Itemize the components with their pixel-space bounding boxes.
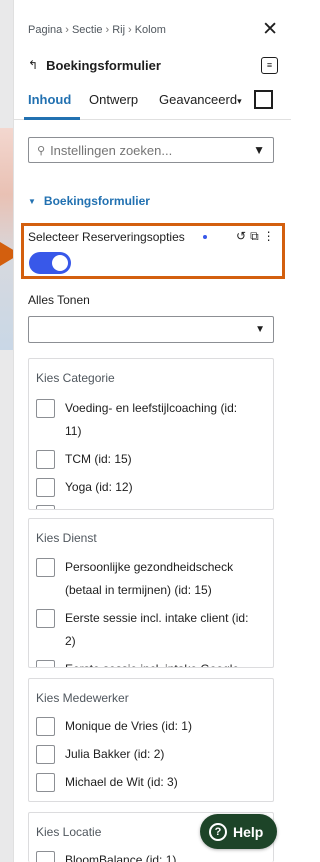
list-item[interactable]: Eerste sessie incl. intake Google	[36, 658, 267, 667]
chevron-down-icon: ▾	[237, 96, 242, 106]
help-button[interactable]: ? Help	[200, 814, 277, 849]
group-kies-dienst: Kies Dienst Persoonlijke gezondheidschec…	[28, 518, 274, 668]
chevron-down-icon: ▼	[255, 324, 265, 335]
list-item[interactable]: Voeding- en leefstijlcoaching (id: 11)	[36, 399, 267, 443]
help-label: Help	[233, 823, 264, 840]
group-title: Kies Medewerker	[36, 691, 129, 705]
list-item[interactable]: Persoonlijke gezondheidscheck (betaal in …	[36, 558, 267, 602]
search-input[interactable]	[50, 142, 241, 158]
highlight-box	[21, 223, 285, 279]
item-label: Monique de Vries (id: 1)	[65, 719, 192, 733]
checkbox[interactable]	[36, 745, 55, 764]
tab-inhoud[interactable]: Inhoud	[28, 92, 71, 107]
list-item[interactable]: TCM (id: 15)	[36, 450, 267, 471]
panel-title: Boekingsformulier	[46, 57, 161, 73]
search-icon: ⚲	[37, 144, 46, 157]
checkbox[interactable]	[36, 478, 55, 497]
breadcrumb-separator: ›	[65, 24, 69, 36]
section-title: Boekingsformulier	[43, 194, 150, 208]
options-icon[interactable]: ≡	[261, 56, 278, 74]
checkbox[interactable]	[36, 558, 55, 577]
item-label-line2: 11)	[65, 424, 82, 438]
checkbox[interactable]	[36, 660, 55, 667]
group-kies-medewerker: Kies Medewerker Monique de Vries (id: 1)…	[28, 678, 274, 802]
group-kies-categorie: Kies Categorie Voeding- en leefstijlcoac…	[28, 358, 274, 510]
panel-header: ↰ Boekingsformulier ≡	[28, 56, 278, 74]
group-title: Kies Categorie	[36, 371, 115, 385]
item-label: Julia Bakker (id: 2)	[65, 747, 165, 761]
breadcrumb-kolom[interactable]: Kolom	[135, 24, 166, 36]
section-header-boekingsformulier[interactable]: ▼ Boekingsformulier	[28, 194, 150, 208]
item-label: Eerste sessie incl. intake client (id: 2)	[65, 607, 248, 653]
list-item[interactable]: Yoga (id: 12)	[36, 478, 267, 499]
list-item[interactable]: Eerste sessie incl. intake client (id: 2)	[36, 609, 267, 653]
item-label: BloomBalance (id: 1)	[65, 853, 177, 862]
item-label: Persoonlijke gezondheidscheck (betaal in …	[65, 556, 233, 602]
breadcrumb-separator: ›	[128, 24, 132, 36]
group-title: Kies Locatie	[36, 825, 102, 839]
close-icon[interactable]: ✕	[262, 20, 278, 39]
breadcrumb-separator: ›	[105, 24, 110, 36]
filter-icon[interactable]: ▼	[253, 143, 265, 157]
alles-tonen-select[interactable]: ▼	[28, 316, 274, 343]
checkbox[interactable]	[36, 609, 55, 628]
item-label: Eerste sessie incl. intake Google	[65, 658, 239, 667]
item-label-line2: (betaal in termijnen) (id: 15)	[65, 583, 212, 597]
tab-geavanceerd-label: Geavanceerd	[159, 92, 238, 107]
tab-ontwerp[interactable]: Ontwerp	[89, 92, 138, 107]
list-item[interactable]: BloomBalance (id: 1)	[36, 851, 267, 862]
tab-geavanceerd[interactable]: Geavanceerd▾	[159, 92, 242, 107]
list-item[interactable]: Julia Bakker (id: 2)	[36, 745, 267, 766]
breadcrumb: Pagina › Sectie › Rij › Kolom	[28, 24, 166, 36]
item-label: TCM (id: 15)	[65, 452, 132, 466]
list-item[interactable]	[36, 505, 267, 509]
back-arrow-icon[interactable]: ↰	[28, 58, 38, 72]
checkbox[interactable]	[36, 505, 55, 509]
item-label-line1: Voeding- en leefstijlcoaching (id:	[65, 401, 238, 415]
tab-bar: Inhoud Ontwerp Geavanceerd▾	[14, 86, 291, 120]
item-label: Yoga (id: 12)	[65, 480, 133, 494]
checkbox[interactable]	[36, 450, 55, 469]
expand-square-icon[interactable]	[254, 90, 273, 109]
checkbox[interactable]	[36, 851, 55, 862]
help-icon: ?	[209, 822, 227, 841]
item-label: Michael de Wit (id: 3)	[65, 775, 178, 789]
group-title: Kies Dienst	[36, 531, 97, 545]
item-label-line1: Eerste sessie incl. intake client (id:	[65, 611, 249, 625]
alles-tonen-label: Alles Tonen	[28, 293, 90, 307]
breadcrumb-sectie[interactable]: Sectie	[72, 24, 103, 36]
item-label-line1: Persoonlijke gezondheidscheck	[65, 560, 234, 574]
item-label: Voeding- en leefstijlcoaching (id: 11)	[65, 397, 237, 443]
checkbox[interactable]	[36, 399, 55, 418]
caret-down-icon: ▼	[28, 196, 36, 206]
checkbox[interactable]	[36, 773, 55, 792]
active-tab-indicator	[24, 117, 80, 120]
breadcrumb-pagina[interactable]: Pagina	[28, 24, 62, 36]
canvas-preview-strip	[0, 0, 13, 862]
settings-panel: Pagina › Sectie › Rij › Kolom ✕ ↰ Boekingsform…	[13, 0, 291, 862]
settings-search: ⚲ ▼	[28, 137, 274, 163]
breadcrumb-rij[interactable]: Rij	[112, 24, 125, 36]
checkbox[interactable]	[36, 717, 55, 736]
item-label-line2: 2)	[65, 634, 76, 648]
list-item[interactable]: Michael de Wit (id: 3)	[36, 773, 267, 794]
list-item[interactable]: Monique de Vries (id: 1)	[36, 717, 267, 738]
preview-image	[0, 128, 13, 350]
